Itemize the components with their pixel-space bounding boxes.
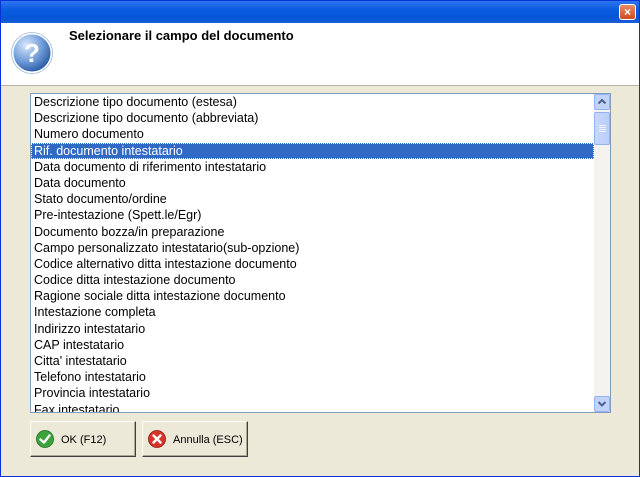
- list-item[interactable]: Indirizzo intestatario: [31, 321, 594, 337]
- list-item[interactable]: Stato documento/ordine: [31, 191, 594, 207]
- cancel-button-label: Annulla (ESC): [173, 434, 243, 446]
- ok-button[interactable]: OK (F12): [30, 421, 136, 457]
- dialog-title: Selezionare il campo del documento: [69, 28, 294, 43]
- close-button[interactable]: ×: [619, 4, 636, 20]
- list-item[interactable]: Fax intestatario: [31, 402, 594, 412]
- scroll-up-button[interactable]: [594, 94, 610, 110]
- list-item[interactable]: Numero documento: [31, 126, 594, 142]
- list-item[interactable]: Provincia intestatario: [31, 385, 594, 401]
- svg-text:?: ?: [24, 38, 40, 68]
- check-icon: [36, 430, 54, 448]
- list-item[interactable]: Data documento di riferimento intestatar…: [31, 159, 594, 175]
- scroll-down-button[interactable]: [594, 396, 610, 412]
- dialog-header: ? Selezionare il campo del documento: [1, 23, 639, 86]
- list-item[interactable]: Ragione sociale ditta intestazione docum…: [31, 288, 594, 304]
- title-bar[interactable]: ×: [1, 1, 639, 23]
- list-item[interactable]: Data documento: [31, 175, 594, 191]
- x-icon: [148, 430, 166, 448]
- list-item[interactable]: Pre-intestazione (Spett.le/Egr): [31, 207, 594, 223]
- list-item[interactable]: Campo personalizzato intestatario(sub-op…: [31, 240, 594, 256]
- field-list: Descrizione tipo documento (estesa) Descr…: [31, 94, 594, 412]
- cancel-button[interactable]: Annulla (ESC): [142, 421, 248, 457]
- chevron-down-icon: [597, 401, 607, 407]
- field-listbox[interactable]: Descrizione tipo documento (estesa) Descr…: [30, 93, 611, 413]
- list-item[interactable]: CAP intestatario: [31, 337, 594, 353]
- list-item[interactable]: Descrizione tipo documento (estesa): [31, 94, 594, 110]
- list-item[interactable]: Codice alternativo ditta intestazione do…: [31, 256, 594, 272]
- question-mark-icon: ?: [11, 32, 53, 74]
- list-item[interactable]: Telefono intestatario: [31, 369, 594, 385]
- scroll-thumb[interactable]: [594, 112, 610, 145]
- list-item[interactable]: Documento bozza/in preparazione: [31, 224, 594, 240]
- list-item[interactable]: Rif. documento intestatario: [31, 142, 594, 159]
- list-item[interactable]: Descrizione tipo documento (abbreviata): [31, 110, 594, 126]
- vertical-scrollbar[interactable]: [594, 94, 610, 412]
- ok-button-label: OK (F12): [61, 434, 107, 446]
- close-icon: ×: [623, 5, 631, 19]
- dialog-window: × ? Selezionare il campo del documento D…: [0, 0, 640, 477]
- list-item[interactable]: Codice ditta intestazione documento: [31, 272, 594, 288]
- chevron-up-icon: [597, 98, 607, 105]
- list-item[interactable]: Citta' intestatario: [31, 353, 594, 369]
- list-item[interactable]: Intestazione completa: [31, 304, 594, 320]
